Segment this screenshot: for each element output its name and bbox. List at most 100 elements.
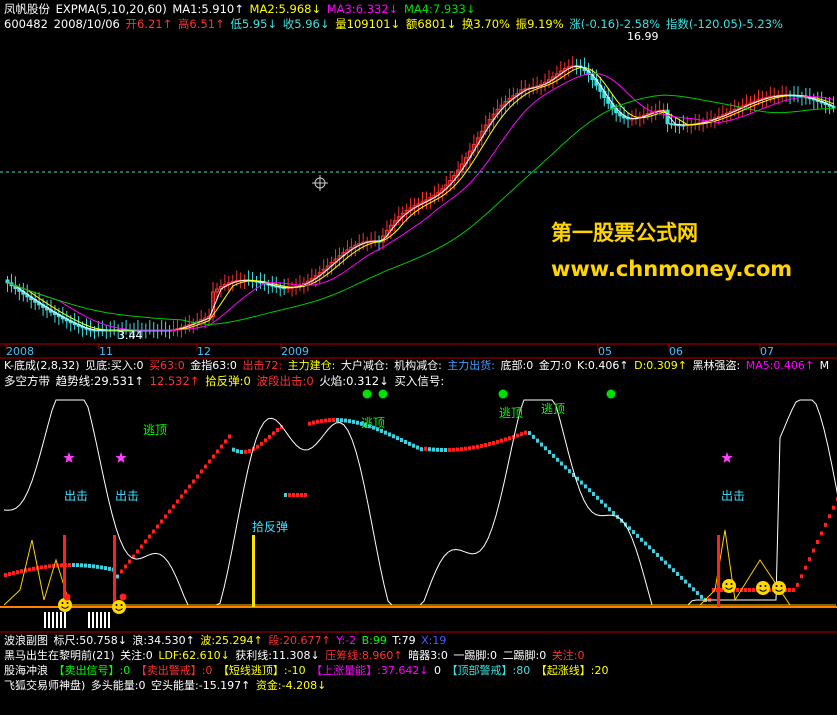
trend-segment [536, 438, 539, 443]
smiley-icon [112, 600, 126, 614]
surf-item: 【上涨量能】:37.642↓ [311, 664, 429, 677]
trend-segment [404, 439, 407, 444]
bh-item: 暗器3:0 [408, 649, 448, 662]
wave-item: T:79 [392, 634, 416, 647]
bh-item: 压筹线:8.960↑ [325, 649, 403, 662]
trend-segment [500, 438, 503, 443]
smiley-icon [120, 604, 123, 606]
trend-segment [608, 507, 611, 512]
trend-segment [196, 474, 199, 479]
trend-segment [4, 573, 7, 577]
ma1-value: MA1:5.910↑ [172, 2, 244, 16]
trend-segment [468, 446, 471, 451]
trend-segment [312, 420, 315, 425]
trend-segment [416, 445, 419, 450]
trend-segment [96, 564, 99, 569]
time-axis-label: 07 [760, 345, 774, 358]
trend-segment [452, 447, 455, 452]
trend-segment [456, 447, 459, 452]
volume-bar [44, 612, 46, 628]
indicator-item: 主力出货: [447, 359, 496, 372]
trend-segment [824, 522, 827, 527]
panel2-item: 买入信号: [394, 374, 445, 388]
trend-segment [748, 588, 751, 592]
smiley-icon [66, 602, 69, 604]
bh-item: 一踢脚:0 [453, 649, 498, 662]
trend-segment [568, 469, 571, 474]
trend-segment [80, 563, 83, 568]
trend-segment [436, 447, 439, 452]
trend-segment [600, 499, 603, 504]
surf-item: 股海冲浪 [4, 664, 48, 677]
trend-segment [184, 489, 187, 494]
wave-item: 波:25.294↑ [200, 634, 263, 647]
trend-segment [88, 563, 91, 568]
trend-segment [40, 565, 43, 570]
trend-segment [680, 575, 683, 580]
trend-segment [108, 566, 111, 571]
trend-segment [344, 418, 347, 423]
trend-segment [176, 499, 179, 504]
trend-segment [256, 444, 259, 449]
surf-item: 【起涨线】:20 [535, 664, 609, 677]
trend-segment [200, 469, 203, 474]
trend-segment [428, 447, 431, 452]
trend-segment [384, 430, 387, 435]
indicator-bar: K-底成(2,8,32) 见底:买入:0 买63:0 金指63:0 出击72: … [4, 359, 831, 373]
volume-bar [104, 612, 106, 628]
trend-segment [340, 418, 343, 423]
wave-line: 波浪副图 标尺:50.758↓ 浪:34.530↑ 波:25.294↑ 段:20… [4, 634, 448, 648]
trend-segment [804, 565, 807, 570]
trend-segment [144, 539, 147, 544]
trend-segment [140, 544, 143, 549]
indicator-item: 机构减仓: [394, 359, 442, 372]
trend-segment [172, 504, 175, 509]
ma3-value: MA3:6.332↓ [326, 2, 399, 16]
time-axis-label: 11 [99, 345, 113, 358]
change: 涨(-0.16)-2.58% [569, 17, 661, 31]
trend-segment [328, 418, 331, 423]
stock-chart-canvas[interactable] [0, 0, 837, 715]
time-axis-label: 06 [669, 345, 683, 358]
indicator-item: 大户减仓: [340, 359, 389, 372]
smiley-icon [730, 583, 733, 585]
close-price: 收5.96↓ [282, 17, 330, 31]
trend-segment [792, 588, 795, 592]
smiley-icon [780, 585, 783, 587]
volume-bar [48, 612, 50, 628]
wave-item: X:19 [421, 634, 447, 647]
trend-segment [828, 514, 831, 519]
price-low-label: 3.44 [118, 329, 143, 342]
trend-segment [156, 524, 159, 529]
trend-segment [520, 432, 523, 437]
smiley-icon [58, 598, 72, 612]
trend-segment [548, 450, 551, 455]
trend-segment [544, 446, 547, 451]
escape-top-label: 逃顶 [499, 406, 524, 420]
flame-line [3, 539, 836, 606]
volume-bar [56, 612, 58, 628]
indicator-item: K-底成(2,8,32) [4, 359, 80, 372]
trend-segment [352, 419, 355, 424]
smiley-icon [725, 583, 728, 585]
trend-segment [796, 582, 799, 587]
trend-segment [120, 569, 123, 574]
ma2-value: MA2:5.968↓ [249, 2, 322, 16]
trend-segment [212, 454, 215, 459]
star-icon [721, 452, 733, 463]
panel2-item: 多空方带 [4, 374, 50, 388]
trend-segment [248, 448, 251, 453]
trend-segment [268, 434, 271, 439]
surf-item: 【顶部警戒】:80 [446, 664, 531, 677]
trend-segment [808, 557, 811, 562]
trend-segment [448, 447, 451, 452]
trend-segment [816, 540, 819, 544]
trend-segment [148, 534, 151, 539]
fox-item: 资金:-4.208↓ [255, 679, 327, 692]
escape-top-label: 逃顶 [143, 423, 168, 437]
trend-segment [516, 433, 519, 438]
smiley-icon [61, 602, 64, 604]
trend-segment [152, 529, 155, 534]
attack-label: 出击 [64, 489, 89, 503]
trend-segment [292, 493, 295, 497]
